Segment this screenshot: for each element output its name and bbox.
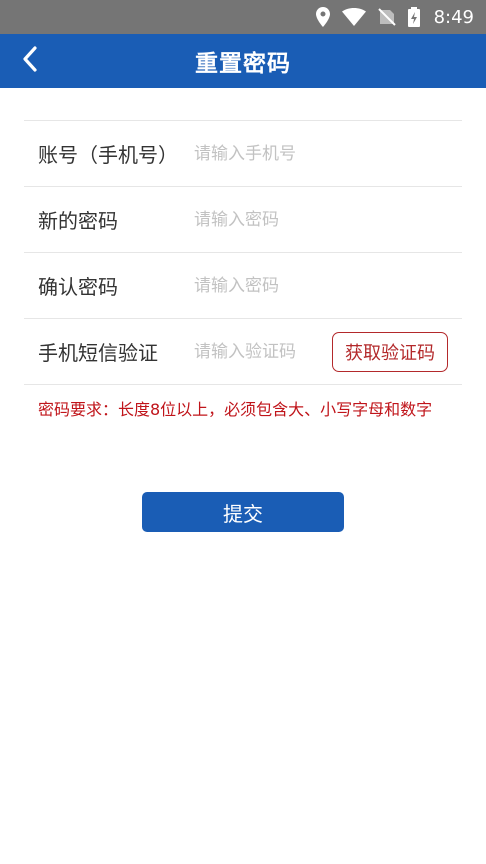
app-bar: 重置密码 (0, 34, 486, 88)
reset-password-form: 账号（手机号） 新的密码 确认密码 手机短信验证 获取验证码 (24, 120, 462, 385)
wifi-icon (341, 8, 366, 26)
no-sim-icon (377, 8, 396, 26)
submit-button[interactable]: 提交 (142, 492, 344, 532)
confirm-password-row: 确认密码 (24, 253, 462, 319)
new-password-row: 新的密码 (24, 187, 462, 253)
password-requirement-text: 密码要求：长度8位以上，必须包含大、小写字母和数字 (38, 400, 433, 419)
page-title: 重置密码 (195, 51, 291, 77)
sms-code-label: 手机短信验证 (38, 341, 158, 365)
confirm-password-label: 确认密码 (38, 275, 118, 299)
account-row: 账号（手机号） (24, 121, 462, 187)
sms-code-input[interactable] (194, 331, 324, 372)
location-icon (315, 7, 330, 27)
confirm-password-input[interactable] (194, 265, 414, 306)
sms-code-row: 手机短信验证 获取验证码 (24, 319, 462, 385)
battery-charging-icon (407, 7, 420, 27)
chevron-left-icon (22, 46, 38, 76)
account-label: 账号（手机号） (38, 143, 178, 167)
new-password-label: 新的密码 (38, 209, 118, 233)
phone-input[interactable] (194, 133, 414, 174)
new-password-input[interactable] (194, 199, 414, 240)
back-button[interactable] (8, 34, 52, 88)
get-code-button[interactable]: 获取验证码 (332, 332, 448, 372)
status-time: 8:49 (433, 6, 474, 28)
status-bar: 8:49 (0, 0, 486, 34)
